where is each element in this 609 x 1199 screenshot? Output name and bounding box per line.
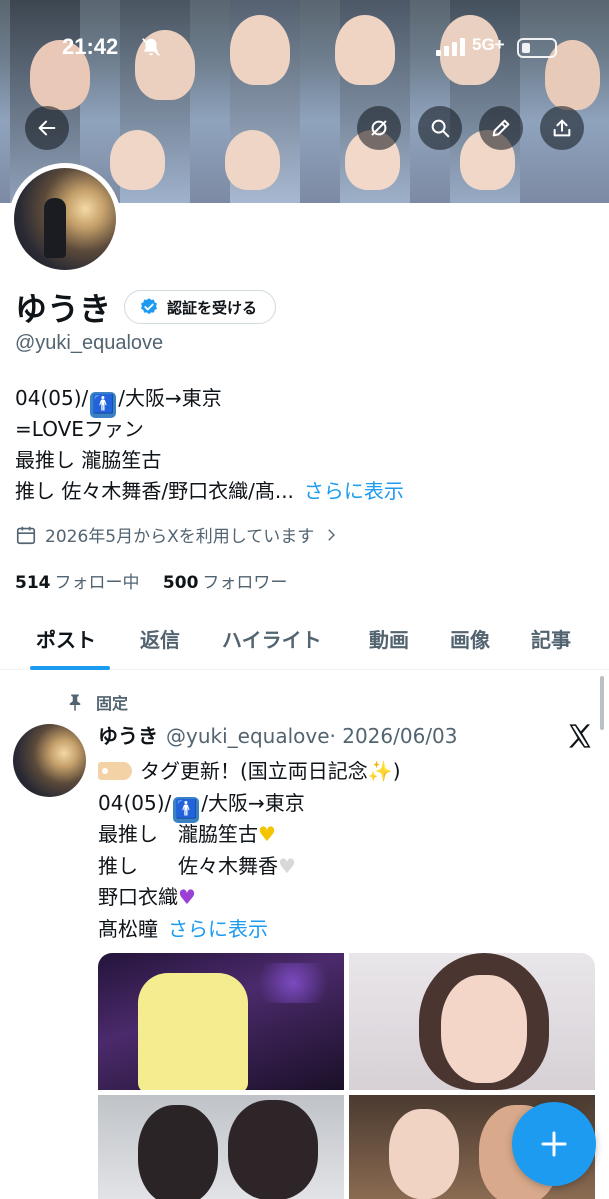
post-author-avatar[interactable] (13, 724, 86, 797)
bio-line-2: =LOVEファン (15, 417, 144, 441)
status-bar: 21:42 5G+ (0, 30, 609, 70)
tab-posts[interactable]: ポスト (36, 624, 96, 653)
post-author-handle[interactable]: @yuki_equalove (166, 724, 330, 748)
post-line-6: 髙松瞳 (98, 916, 158, 941)
post-text: タグ更新！(国立両日記念✨) 04(05)/🚹/大阪→東京 最推し 瀧脇笙古♥ … (98, 756, 598, 945)
get-verified-label: 認証を受ける (167, 298, 258, 317)
x-logo-icon[interactable] (566, 722, 594, 750)
grok-button[interactable] (357, 106, 401, 150)
purple-heart-icon: ♥ (178, 885, 196, 909)
pinned-label: 固定 (66, 690, 128, 714)
compose-post-button[interactable] (512, 1102, 596, 1186)
battery-icon (517, 38, 557, 58)
tab-articles[interactable]: 記事 (531, 624, 571, 653)
signal-icon (436, 38, 465, 56)
bio-line-4: 推し 佐々木舞香/野口衣織/髙... (15, 479, 294, 503)
chevron-right-icon (328, 528, 336, 541)
arrow-left-icon (38, 120, 56, 136)
post-line-3: 最推し 瀧脇笙古 (98, 822, 258, 846)
bio-line-3: 最推し 瀧脇笙古 (15, 448, 162, 472)
follow-stats: 514 フォロー中 500 フォロワー (15, 568, 287, 593)
avatar-image (14, 168, 116, 270)
post-line-2-start: 04(05)/ (98, 790, 172, 815)
share-icon (553, 119, 571, 137)
post-author-name[interactable]: ゆうき (98, 724, 158, 748)
following-count: 514 (15, 573, 51, 593)
pinned-text: 固定 (96, 694, 129, 713)
post-line-1-end: ) (392, 759, 401, 783)
followers-count: 500 (162, 573, 199, 593)
profile-tabs: ポスト 返信 ハイライト 動画 画像 記事 (0, 604, 609, 670)
profile-bio: 04(05)/🚹/大阪→東京 =LOVEファン 最推し 瀧脇笙古 推し 佐々木舞… (15, 383, 595, 507)
post-show-more-link[interactable]: さらに表示 (168, 917, 268, 941)
profile-avatar[interactable] (9, 163, 121, 275)
active-tab-indicator (30, 666, 110, 670)
joined-text: 2026年5月からXを利用しています (45, 527, 315, 547)
edit-button[interactable] (479, 106, 523, 150)
pencil-icon (492, 119, 510, 137)
profile-handle: @yuki_equalove (15, 332, 164, 354)
sparkles-icon: ✨ (367, 759, 393, 783)
post-image-3[interactable] (98, 1095, 344, 1199)
yellow-heart-icon: ♥ (258, 822, 276, 846)
get-verified-button[interactable]: 認証を受ける (124, 290, 277, 324)
tab-replies[interactable]: 返信 (140, 624, 180, 653)
post-image-2[interactable] (349, 953, 595, 1090)
following-label: フォロー中 (54, 573, 140, 593)
followers-link[interactable]: 500 フォロワー (163, 573, 288, 593)
post-line-1: タグ更新！(国立両日記念 (140, 759, 368, 783)
post-image-1[interactable] (98, 953, 344, 1090)
back-button[interactable] (25, 106, 69, 150)
post-separator: · (329, 724, 336, 748)
bio-line-1-end: /大阪→東京 (118, 386, 222, 410)
post-line-2-end: /大阪→東京 (201, 790, 305, 815)
white-heart-icon: ♥ (278, 853, 296, 878)
status-time: 21:42 (62, 34, 119, 59)
bio-show-more-link[interactable]: さらに表示 (304, 479, 404, 503)
following-link[interactable]: 514 フォロー中 (15, 573, 140, 593)
scrollbar[interactable] (600, 676, 604, 730)
followers-label: フォロワー (202, 573, 288, 593)
label-tag-icon (98, 762, 132, 780)
network-type: 5G+ (472, 35, 505, 54)
verified-badge-icon (140, 298, 158, 315)
grok-icon (371, 120, 387, 136)
share-button[interactable] (540, 106, 584, 150)
calendar-icon (16, 526, 36, 544)
tab-highlights[interactable]: ハイライト (222, 624, 322, 653)
bell-slash-icon (142, 38, 160, 56)
post-line-5: 野口衣織 (98, 885, 178, 909)
post-line-4: 推し 佐々木舞香 (98, 853, 278, 878)
tab-videos[interactable]: 動画 (369, 624, 409, 653)
tab-images[interactable]: 画像 (450, 624, 490, 653)
plus-icon (541, 1131, 567, 1157)
bio-line-1-start: 04(05)/ (15, 386, 89, 410)
post-date[interactable]: 2026/06/03 (342, 724, 457, 748)
profile-name: ゆうき (15, 290, 112, 328)
search-button[interactable] (418, 106, 462, 150)
post-header: ゆうき @yuki_equalove· 2026/06/03 (98, 720, 458, 749)
joined-date[interactable]: 2026年5月からXを利用しています (15, 522, 340, 547)
search-icon (431, 119, 450, 138)
pin-icon (69, 694, 81, 711)
